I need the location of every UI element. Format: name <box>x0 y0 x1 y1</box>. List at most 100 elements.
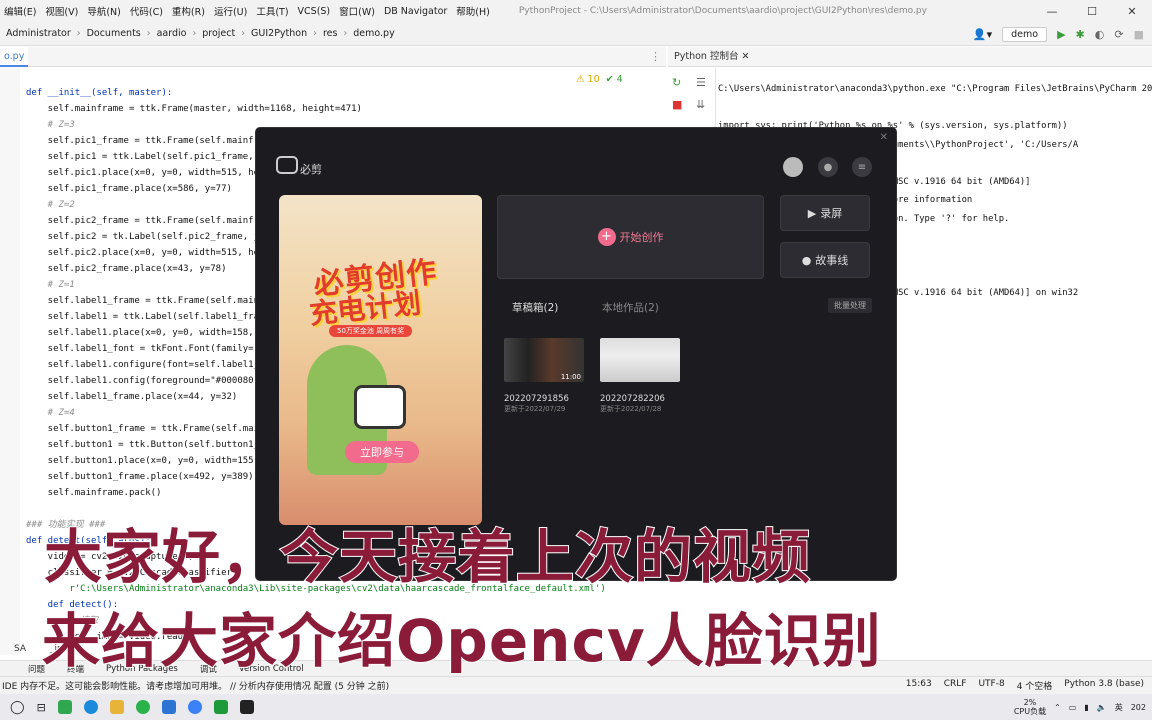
menu-item[interactable]: 窗口(W) <box>339 4 375 18</box>
more-icon[interactable]: ⋮ <box>650 50 661 63</box>
warnings-count: ⚠ 10 <box>576 74 600 85</box>
menu-item[interactable]: 代码(C) <box>130 4 163 18</box>
scroll-end-icon[interactable]: ⇊ <box>696 98 705 111</box>
code-line: def __init__(self, master): <box>26 88 173 98</box>
storyline-button[interactable]: ● 故事线 <box>780 242 870 278</box>
debug-icon[interactable]: ✱ <box>1076 28 1085 41</box>
plus-icon: + <box>597 228 616 246</box>
run-icon[interactable]: ▶ <box>1057 28 1065 41</box>
start-create-button[interactable]: + 开始创作 <box>497 195 764 279</box>
breadcrumb-item[interactable]: Documents <box>87 28 141 39</box>
app-close-icon[interactable]: ✕ <box>880 132 888 143</box>
task-view-icon[interactable]: ⊟ <box>37 701 46 714</box>
ok-count: ✔ 4 <box>605 74 623 85</box>
minimize-icon[interactable]: — <box>1032 0 1072 22</box>
tab-python-console[interactable]: Python 控制台 ✕ <box>674 47 749 67</box>
chevron-right-icon: › <box>241 28 246 39</box>
user-icon[interactable]: 👤▾ <box>973 28 992 41</box>
run-config-select[interactable]: demo <box>1002 26 1048 42</box>
join-button[interactable]: 立即参与 <box>345 441 419 463</box>
inspection-widget[interactable]: ⚠ 10 ✔ 4 <box>576 74 623 85</box>
taskbar: ◯ ⊟ 2% CPU负载 ⌃ ▭ ▮ 🔈 英 202 <box>0 694 1152 720</box>
tv-mascot-icon <box>354 385 406 429</box>
tab-local-works[interactable]: 本地作品(2) <box>602 300 659 315</box>
breadcrumb-item[interactable]: project <box>202 28 235 39</box>
chevron-right-icon: › <box>343 28 348 39</box>
profile-icon[interactable]: ⟳ <box>1114 28 1123 41</box>
window-title: PythonProject - C:\Users\Administrator\D… <box>518 6 927 16</box>
rerun-icon[interactable]: ↻ <box>672 76 681 89</box>
bijian-logo-icon <box>276 156 298 174</box>
status-message[interactable]: IDE 内存不足。这可能会影响性能。请考虑增加可用堆。 // 分析内存使用情况 … <box>0 679 389 692</box>
start-icon[interactable]: ◯ <box>10 700 25 715</box>
video-icon: ● <box>801 253 812 267</box>
editor-tabs: o.py ⋮ <box>0 47 666 67</box>
menu-item[interactable]: 重构(R) <box>172 4 205 18</box>
run-toolbar: 👤▾ demo ▶ ✱ ◐ ⟳ ■ <box>973 24 1144 44</box>
chevron-right-icon: › <box>192 28 197 39</box>
battery-icon[interactable]: ▮ <box>1084 703 1088 712</box>
status-bar: IDE 内存不足。这可能会影响性能。请考虑增加可用堆。 // 分析内存使用情况 … <box>0 676 1152 694</box>
chevron-right-icon: › <box>76 28 81 39</box>
feishu-icon[interactable] <box>161 700 176 714</box>
menu-icon[interactable]: ≡ <box>852 157 872 177</box>
avatar[interactable] <box>783 157 803 177</box>
file-encoding[interactable]: UTF-8 <box>978 679 1004 692</box>
menu-item[interactable]: 运行(U) <box>214 4 247 18</box>
network-icon[interactable]: ▭ <box>1069 703 1077 712</box>
chevron-right-icon: › <box>146 28 151 39</box>
menu-item[interactable]: 导航(N) <box>87 4 121 18</box>
banner-subtitle: 50万奖金池 周周有奖 <box>329 325 413 337</box>
console-line: C:\Users\Administrator\anaconda3\python.… <box>718 84 1152 94</box>
stop-icon[interactable]: ■ <box>1134 28 1144 41</box>
draft-item[interactable]: 202207282206 更新于2022/07/28 <box>600 338 680 414</box>
volume-icon[interactable]: 🔈 <box>1097 703 1107 712</box>
close-icon[interactable]: ✕ <box>1112 0 1152 22</box>
subtitle-line-2: 来给大家介绍Opencv人脸识别 <box>41 606 882 676</box>
coverage-icon[interactable]: ◐ <box>1095 28 1105 41</box>
menu-item[interactable]: VCS(S) <box>298 6 331 17</box>
menu-item[interactable]: 工具(T) <box>256 4 288 18</box>
record-screen-button[interactable]: ▶ 录屏 <box>780 195 870 231</box>
maximize-icon[interactable]: ☐ <box>1072 0 1112 22</box>
breadcrumb-item[interactable]: res <box>323 28 338 39</box>
batch-button[interactable]: 批量处理 <box>828 298 872 313</box>
breadcrumb-item[interactable]: aardio <box>157 28 187 39</box>
pycharm-icon[interactable] <box>213 700 228 714</box>
menu-item[interactable]: 帮助(H) <box>456 4 490 18</box>
wrap-icon[interactable]: ☰ <box>696 76 706 89</box>
draft-item[interactable]: 11:00 202207291856 更新于2022/07/29 <box>504 338 584 414</box>
system-tray: 2% CPU负载 ⌃ ▭ ▮ 🔈 英 202 <box>1014 694 1146 720</box>
window-controls: — ☐ ✕ <box>1032 0 1152 22</box>
tab-drafts[interactable]: 草稿箱(2) <box>512 300 558 315</box>
app-name: 必剪 <box>300 163 322 176</box>
cpu-meter[interactable]: 2% CPU负载 <box>1014 698 1046 716</box>
explorer-icon[interactable] <box>109 700 124 714</box>
clock[interactable]: 202 <box>1131 703 1146 712</box>
bijian-taskbar-icon[interactable] <box>239 700 254 714</box>
indent-setting[interactable]: 4 个空格 <box>1017 679 1053 692</box>
stop-console-icon[interactable]: ■ <box>672 98 682 111</box>
editor-tab-demo[interactable]: o.py <box>0 47 29 67</box>
chevron-up-icon[interactable]: ⌃ <box>1054 703 1061 712</box>
settings-icon[interactable]: ● <box>818 157 838 177</box>
chrome-icon[interactable] <box>57 700 72 714</box>
edge-icon[interactable] <box>83 700 98 714</box>
breadcrumb-item[interactable]: demo.py <box>353 28 394 39</box>
menu-item[interactable]: 视图(V) <box>45 4 78 18</box>
menu-item[interactable]: DB Navigator <box>384 6 447 17</box>
chevron-right-icon: › <box>313 28 317 39</box>
caret-position[interactable]: 15:63 <box>906 679 932 692</box>
breadcrumb-item[interactable]: Administrator <box>6 28 71 39</box>
ime-indicator[interactable]: 英 <box>1115 702 1123 713</box>
menu-item[interactable]: 编辑(E) <box>4 4 36 18</box>
interpreter-setting[interactable]: Python 3.8 (base) <box>1064 679 1144 692</box>
draft-thumbnail: 11:00 <box>504 338 584 382</box>
console-tabs: Python 控制台 ✕ <box>668 47 1152 67</box>
promo-banner[interactable]: 必剪创作 充电计划 50万奖金池 周周有奖 立即参与 <box>279 195 482 525</box>
browser-icon[interactable] <box>187 700 202 714</box>
breadcrumb-item[interactable]: GUI2Python <box>251 28 307 39</box>
line-separator[interactable]: CRLF <box>944 679 967 692</box>
app360-icon[interactable] <box>135 700 150 714</box>
subtitle-line-1: 大家好，今天接着上次的视频 <box>43 522 812 592</box>
